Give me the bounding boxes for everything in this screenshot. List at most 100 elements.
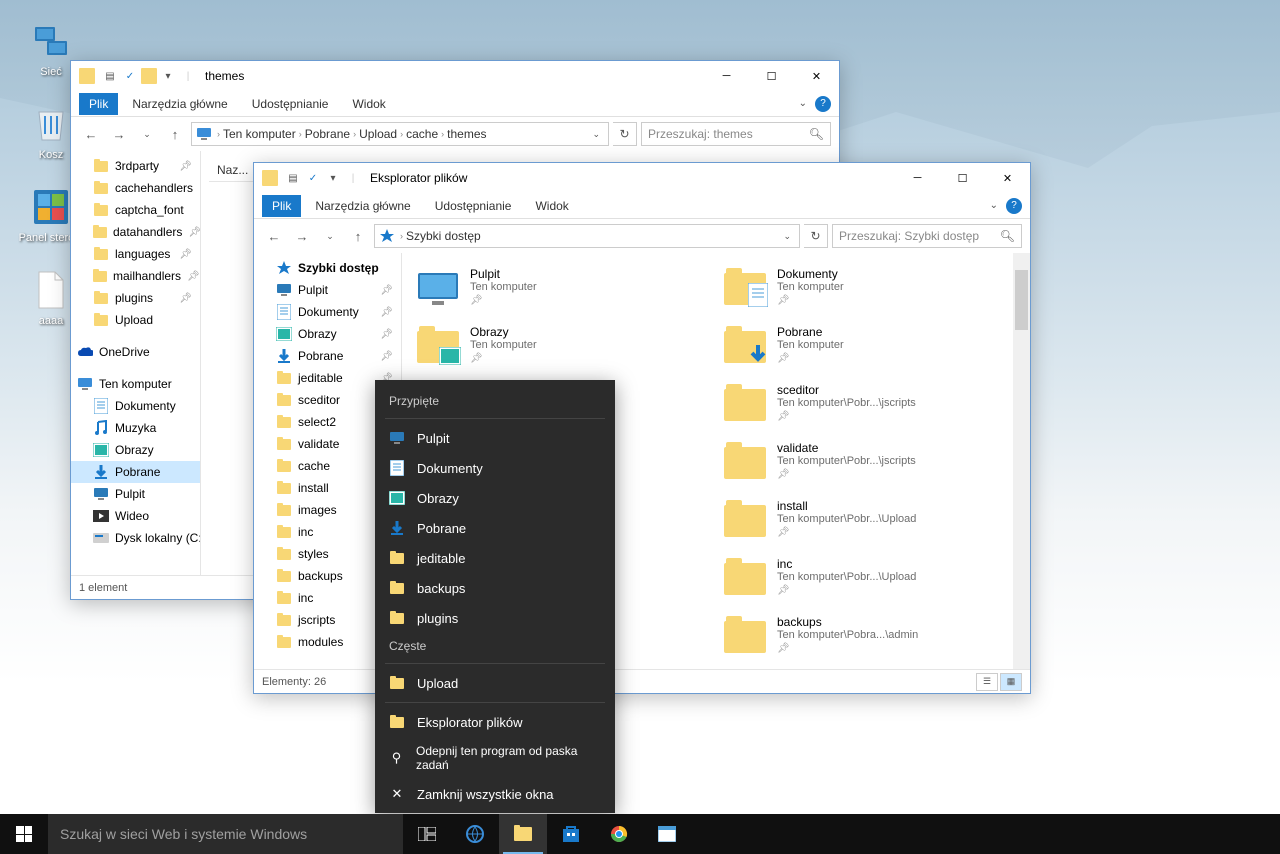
quickaccess-item[interactable]: DokumentyTen komputer📌︎: [717, 261, 1022, 317]
jumplist-unpin[interactable]: ⚲ Odepnij ten program od paska zadań: [375, 737, 615, 779]
quickaccess-item[interactable]: sceditorTen komputer\Pobr...\jscripts📌︎: [717, 377, 1022, 433]
taskbar-explorer[interactable]: [499, 814, 547, 854]
maximize-button[interactable]: ☐: [940, 164, 985, 193]
titlebar[interactable]: ▤ ✓ ▾ | Eksplorator plików ─ ☐ ✕: [254, 163, 1030, 193]
up-button[interactable]: ↑: [163, 122, 187, 146]
refresh-button[interactable]: ↻: [804, 224, 828, 248]
forward-button[interactable]: →: [290, 224, 314, 248]
quickaccess-item[interactable]: PobraneTen komputer📌︎: [717, 319, 1022, 375]
minimize-button[interactable]: ─: [895, 164, 940, 193]
qat-check-icon[interactable]: ✓: [304, 169, 322, 187]
qat-dropdown-icon[interactable]: ▾: [159, 67, 177, 85]
quickaccess-item[interactable]: validateTen komputer\Pobr...\jscripts📌︎: [717, 435, 1022, 491]
ribbon-file-tab[interactable]: Plik: [79, 93, 118, 115]
ribbon-tab[interactable]: Narzędzia główne: [305, 195, 420, 217]
history-dropdown[interactable]: ⌄: [135, 122, 159, 146]
tree-node[interactable]: Ten komputer: [71, 373, 200, 395]
qat-dropdown-icon[interactable]: ▾: [324, 169, 342, 187]
download-icon: [389, 520, 405, 536]
close-button[interactable]: ✕: [985, 164, 1030, 193]
tree-node[interactable]: Pobrane: [71, 461, 200, 483]
search-input[interactable]: Przeszukaj: themes🔍︎: [641, 122, 831, 146]
tree-node[interactable]: Muzyka: [71, 417, 200, 439]
folder-icon: [276, 634, 292, 650]
tree-node[interactable]: Wideo: [71, 505, 200, 527]
up-button[interactable]: ↑: [346, 224, 370, 248]
view-details-button[interactable]: ☰: [976, 673, 998, 691]
view-icons-button[interactable]: ▦: [1000, 673, 1022, 691]
titlebar[interactable]: ▤ ✓ ▾ | themes ─ ☐ ✕: [71, 61, 839, 91]
address-bar[interactable]: ›Ten komputer ›Pobrane ›Upload ›cache ›t…: [191, 122, 609, 146]
jumplist-item[interactable]: Upload: [375, 668, 615, 698]
ribbon-tab[interactable]: Narzędzia główne: [122, 93, 237, 115]
jumplist-item[interactable]: Obrazy: [375, 483, 615, 513]
forward-button[interactable]: →: [107, 122, 131, 146]
search-input[interactable]: Przeszukaj: Szybki dostęp🔍︎: [832, 224, 1022, 248]
chevron-down-icon[interactable]: ⌄: [795, 94, 811, 113]
taskbar-app[interactable]: [643, 814, 691, 854]
folder-icon: [276, 568, 292, 584]
tree-node[interactable]: Pulpit: [71, 483, 200, 505]
maximize-button[interactable]: ☐: [749, 62, 794, 91]
nav-tree[interactable]: 3rdparty📌︎cachehandlerscaptcha_fontdatah…: [71, 151, 201, 575]
jumplist-item[interactable]: jeditable: [375, 543, 615, 573]
quickaccess-item[interactable]: backupsTen komputer\Pobra...\admin📌︎: [717, 609, 1022, 665]
jumplist-item[interactable]: Pobrane: [375, 513, 615, 543]
tree-node[interactable]: Pobrane📌︎: [254, 345, 401, 367]
taskview-button[interactable]: [403, 814, 451, 854]
tree-node[interactable]: 3rdparty📌︎: [71, 155, 200, 177]
qat-check-icon[interactable]: ✓: [121, 67, 139, 85]
tree-node[interactable]: mailhandlers📌︎: [71, 265, 200, 287]
folder-icon: [276, 370, 292, 386]
quickaccess-item[interactable]: ObrazyTen komputer📌︎: [410, 319, 715, 375]
tree-node[interactable]: languages📌︎: [71, 243, 200, 265]
tree-node[interactable]: Dokumenty: [71, 395, 200, 417]
folder-icon: [79, 68, 95, 84]
back-button[interactable]: ←: [262, 224, 286, 248]
taskbar-store[interactable]: [547, 814, 595, 854]
tree-node[interactable]: datahandlers📌︎: [71, 221, 200, 243]
tree-node[interactable]: Upload: [71, 309, 200, 331]
jumplist-close-all[interactable]: ✕ Zamknij wszystkie okna: [375, 779, 615, 809]
tree-node[interactable]: captcha_font: [71, 199, 200, 221]
taskbar-edge[interactable]: [451, 814, 499, 854]
tree-node[interactable]: Obrazy: [71, 439, 200, 461]
minimize-button[interactable]: ─: [704, 62, 749, 91]
start-button[interactable]: [0, 814, 48, 854]
jumplist-item[interactable]: Pulpit: [375, 423, 615, 453]
jumplist-item[interactable]: plugins: [375, 603, 615, 633]
close-button[interactable]: ✕: [794, 62, 839, 91]
tree-node[interactable]: Obrazy📌︎: [254, 323, 401, 345]
qat-properties-icon[interactable]: ▤: [101, 67, 119, 85]
history-dropdown[interactable]: ⌄: [318, 224, 342, 248]
quickaccess-item[interactable]: PulpitTen komputer📌︎: [410, 261, 715, 317]
ribbon-tab[interactable]: Udostępnianie: [425, 195, 522, 217]
address-bar[interactable]: ›Szybki dostęp ⌄: [374, 224, 800, 248]
quickaccess-item[interactable]: incTen komputer\Pobr...\Upload📌︎: [717, 551, 1022, 607]
scrollbar[interactable]: [1013, 253, 1030, 669]
tree-node[interactable]: Dokumenty📌︎: [254, 301, 401, 323]
tree-node[interactable]: Pulpit📌︎: [254, 279, 401, 301]
tree-node[interactable]: Dysk lokalny (C:): [71, 527, 200, 549]
quickaccess-item[interactable]: installTen komputer\Pobr...\Upload📌︎: [717, 493, 1022, 549]
jumplist-item[interactable]: backups: [375, 573, 615, 603]
tree-node[interactable]: Szybki dostęp: [254, 257, 401, 279]
ribbon-tab[interactable]: Widok: [525, 195, 578, 217]
tree-node[interactable]: plugins📌︎: [71, 287, 200, 309]
folder-icon: [276, 458, 292, 474]
jumplist-app[interactable]: Eksplorator plików: [375, 707, 615, 737]
taskbar-search[interactable]: Szukaj w sieci Web i systemie Windows: [48, 814, 403, 854]
taskbar-chrome[interactable]: [595, 814, 643, 854]
ribbon-tab[interactable]: Udostępnianie: [242, 93, 339, 115]
back-button[interactable]: ←: [79, 122, 103, 146]
tree-node[interactable]: cachehandlers: [71, 177, 200, 199]
help-icon[interactable]: ?: [815, 96, 831, 112]
ribbon-tab[interactable]: Widok: [342, 93, 395, 115]
chevron-down-icon[interactable]: ⌄: [986, 196, 1002, 215]
tree-node[interactable]: OneDrive: [71, 341, 200, 363]
jumplist-item[interactable]: Dokumenty: [375, 453, 615, 483]
refresh-button[interactable]: ↻: [613, 122, 637, 146]
help-icon[interactable]: ?: [1006, 198, 1022, 214]
ribbon-file-tab[interactable]: Plik: [262, 195, 301, 217]
qat-properties-icon[interactable]: ▤: [284, 169, 302, 187]
